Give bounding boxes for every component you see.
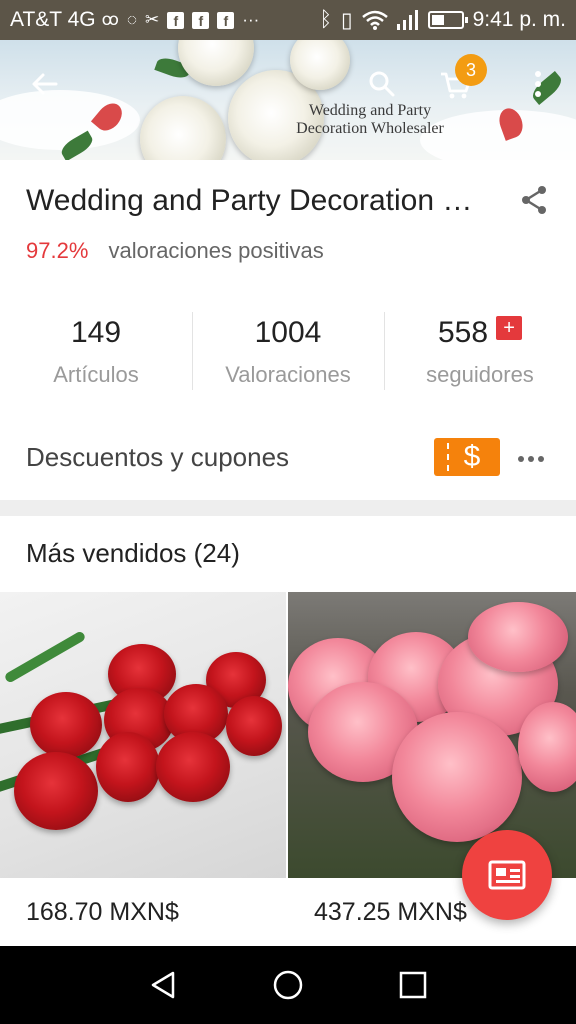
share-icon [522,186,546,214]
follow-button[interactable]: + [496,316,523,340]
product-card[interactable]: 168.70 MXN$ [0,592,286,946]
coupons-row[interactable]: Descuentos y cupones $ [0,430,576,486]
stat-items-label: Artículos [53,362,139,387]
voicemail-icon: ꝏ [101,10,119,29]
nav-recents-button[interactable] [383,955,443,1015]
facebook-icon: f [217,11,235,29]
stat-followers-value: 558 [437,316,489,349]
positive-rating: 97.2% valoraciones positivas [26,238,324,264]
store-feed-fab[interactable] [462,830,552,920]
stat-items[interactable]: 149 Artículos [0,310,192,392]
dot-icon [538,456,544,462]
stat-followers-number: 558 + [384,316,576,350]
stat-ratings-label: Valoraciones [225,362,351,387]
nav-back-button[interactable] [133,955,193,1015]
search-button[interactable] [360,62,404,106]
dot-icon [518,456,524,462]
product-price: 437.25 MXN$ [314,898,467,926]
storefront-list-icon [488,860,526,890]
carrier-label: AT&T 4G [10,8,96,31]
back-arrow-icon [32,73,58,95]
store-banner: Wedding and Party Decoration Wholesaler … [0,40,576,160]
bluetooth-icon: ᛒ [319,8,333,31]
coupons-label: Descuentos y cupones [26,442,290,472]
store-info-card: Wedding and Party Decoration Wholesaler … [0,160,576,500]
clock: 9:41 p. m. [472,8,566,31]
store-name: Wedding and Party Decoration Wholesaler [26,184,486,217]
red-roses-image[interactable] [0,592,286,878]
coupon-symbol: $ [463,440,481,473]
product-price: 168.70 MXN$ [26,898,179,926]
dot-icon [528,456,534,462]
back-button[interactable] [22,62,66,106]
stat-ratings-value: 1004 [254,316,322,349]
battery-icon [427,11,468,29]
stat-ratings[interactable]: 1004 Valoraciones [192,310,384,392]
facebook-icon: f [167,11,185,29]
search-icon [369,71,395,97]
notification-icons: ꝏ ◌ ✂ f f f ··· [102,10,260,30]
back-triangle-icon [151,971,174,999]
store-brand-logo: Wedding and Party Decoration Wholesaler [290,102,450,138]
pink-roses-image[interactable] [288,592,576,878]
best-sellers-title: Más vendidos (24) [26,538,240,568]
chat-icon: ◌ [126,10,138,29]
coupons-more-button[interactable] [514,444,548,474]
stat-followers[interactable]: 558 + seguidores [384,310,576,392]
vibrate-icon: ▯ [341,8,353,32]
overflow-menu-button[interactable] [516,62,560,106]
stat-items-value: 149 [70,316,122,349]
nav-home-button[interactable] [258,955,318,1015]
home-circle-icon [273,970,303,1000]
wifi-icon [361,10,388,30]
recents-square-icon [400,971,427,999]
positive-rating-percent: 97.2% [26,238,89,263]
signal-icon [396,10,418,30]
system-nav-bar [0,946,576,1024]
positive-rating-label: valoraciones positivas [108,238,324,263]
coupon-icon[interactable]: $ [434,438,500,476]
brand-line-2: Decoration Wholesaler [296,120,444,137]
share-button[interactable] [512,178,556,222]
stat-followers-label: seguidores [426,362,534,387]
cart-count-badge: 3 [455,54,487,86]
status-bar: AT&T 4G ꝏ ◌ ✂ f f f ··· ᛒ ▯ 9:41 p. m. [0,0,576,40]
scissors-icon: ✂ [145,10,160,29]
facebook-icon: f [192,11,210,29]
more-notifications-icon: ··· [242,10,260,29]
store-stats: 149 Artículos 1004 Valoraciones 558 + seg… [0,310,576,392]
overflow-menu-icon [535,71,541,97]
